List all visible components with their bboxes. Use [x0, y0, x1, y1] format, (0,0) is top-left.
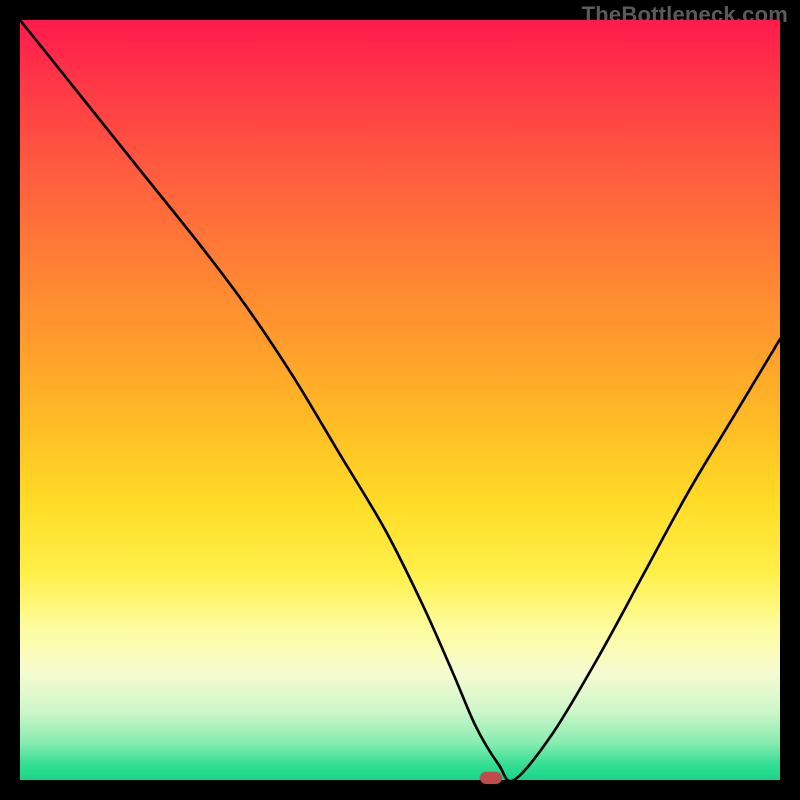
curve-path	[20, 20, 780, 780]
chart-frame: TheBottleneck.com	[0, 0, 800, 800]
plot-area	[20, 20, 780, 780]
optimal-marker	[480, 772, 502, 784]
bottleneck-curve	[20, 20, 780, 780]
